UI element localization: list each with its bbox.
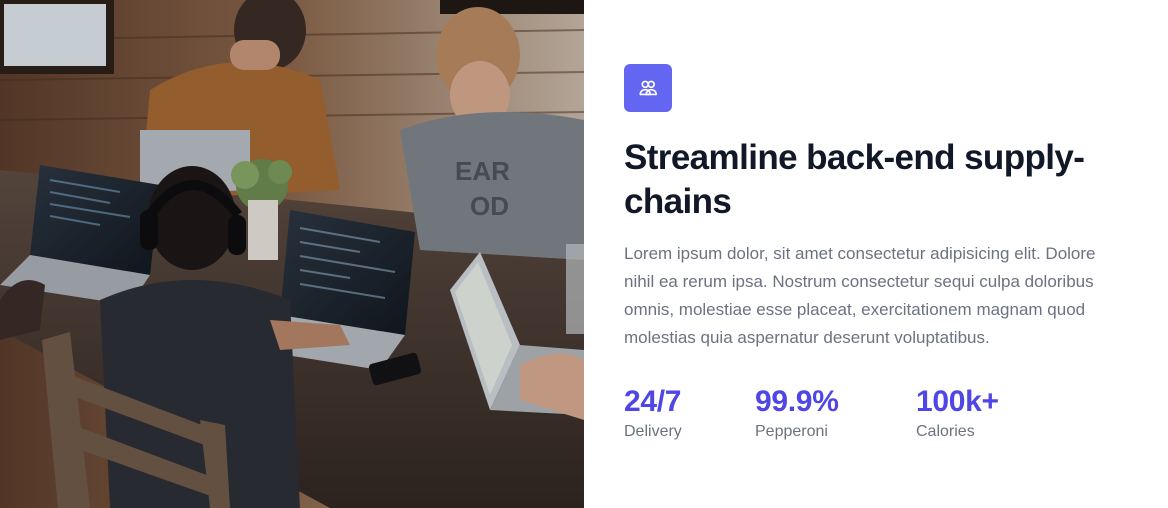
feature-content: Streamline back-end supply-chains Lorem … — [584, 0, 1168, 508]
stat-label: Delivery — [624, 423, 682, 440]
users-icon — [639, 80, 658, 96]
feature-title: Streamline back-end supply-chains — [624, 138, 1085, 221]
feature-section: EAR OD Streamline back-end supply-chains… — [0, 0, 1168, 508]
stat-value: 24/7 — [624, 385, 682, 418]
stat-delivery: 24/7 Delivery — [624, 384, 755, 444]
stat-label: Calories — [916, 423, 975, 440]
stat-calories: 100k+ Calories — [916, 384, 1056, 444]
team-working-photo: EAR OD — [0, 0, 584, 508]
stat-value: 99.9% — [755, 385, 839, 418]
stat-value: 100k+ — [916, 385, 999, 418]
stats-row: 24/7 Delivery 99.9% Pepperoni 100k+ Calo… — [624, 384, 1056, 444]
feature-description: Lorem ipsum dolor, sit amet consectetur … — [624, 244, 1096, 347]
stat-label: Pepperoni — [755, 423, 828, 440]
stat-pepperoni: 99.9% Pepperoni — [755, 384, 916, 444]
feature-icon-badge — [624, 64, 672, 112]
